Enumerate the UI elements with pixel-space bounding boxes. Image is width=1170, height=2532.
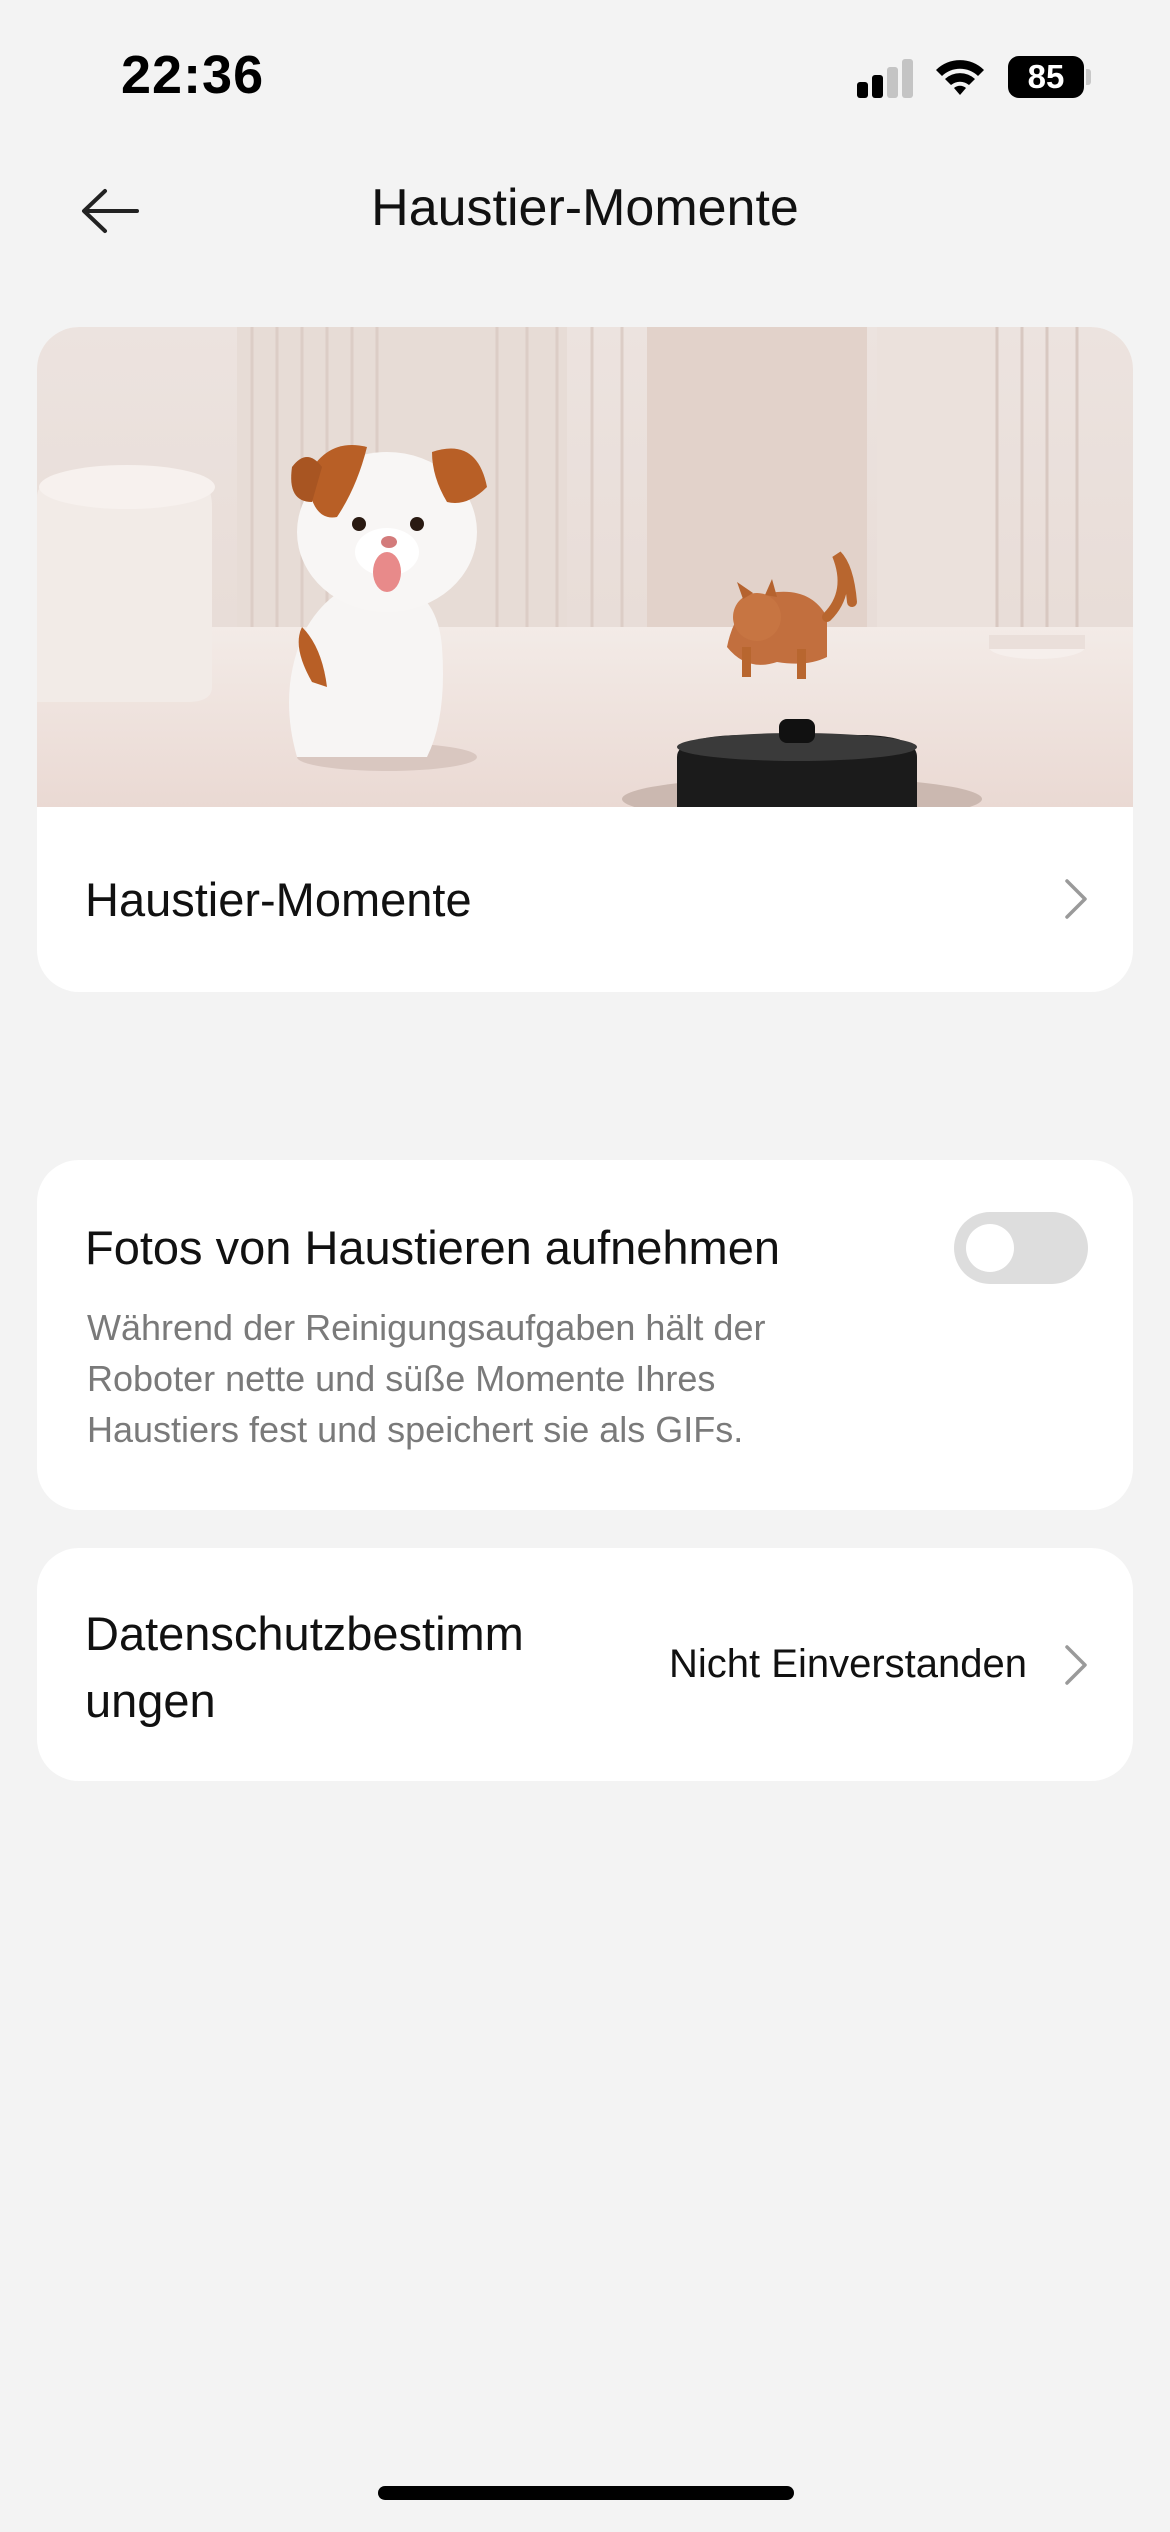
pet-photos-toggle[interactable] [954,1212,1088,1284]
battery-icon: 85 [1008,56,1092,98]
page-title: Haustier-Momente [371,179,799,237]
pet-photos-card: Fotos von Haustieren aufnehmen Während d… [37,1160,1133,1510]
pet-moments-card[interactable]: Haustier-Momente [37,327,1133,992]
pet-moments-label: Haustier-Momente [85,873,472,926]
wifi-icon [936,60,984,95]
chevron-right-icon [1065,879,1087,919]
pet-photos-title: Fotos von Haustieren aufnehmen [85,1221,780,1274]
home-indicator[interactable] [378,2486,794,2500]
pet-photos-description: Während der Reinigungsaufgaben hält der … [87,1307,766,1450]
toggle-knob [966,1224,1014,1272]
pet-moments-row[interactable]: Haustier-Momente [37,807,1133,992]
status-time: 22:36 [121,45,265,105]
pet-moments-illustration [37,327,1133,807]
privacy-row[interactable]: Datenschutzbestimm ungen Nicht Einversta… [37,1548,1133,1781]
chevron-right-icon [1065,1645,1087,1685]
privacy-label: Datenschutzbestimm ungen [85,1607,524,1727]
cellular-signal-icon [857,59,913,98]
status-bar: 22:36 85 [0,0,1170,150]
battery-level: 85 [1008,56,1084,98]
privacy-status: Nicht Einverstanden [669,1642,1027,1686]
